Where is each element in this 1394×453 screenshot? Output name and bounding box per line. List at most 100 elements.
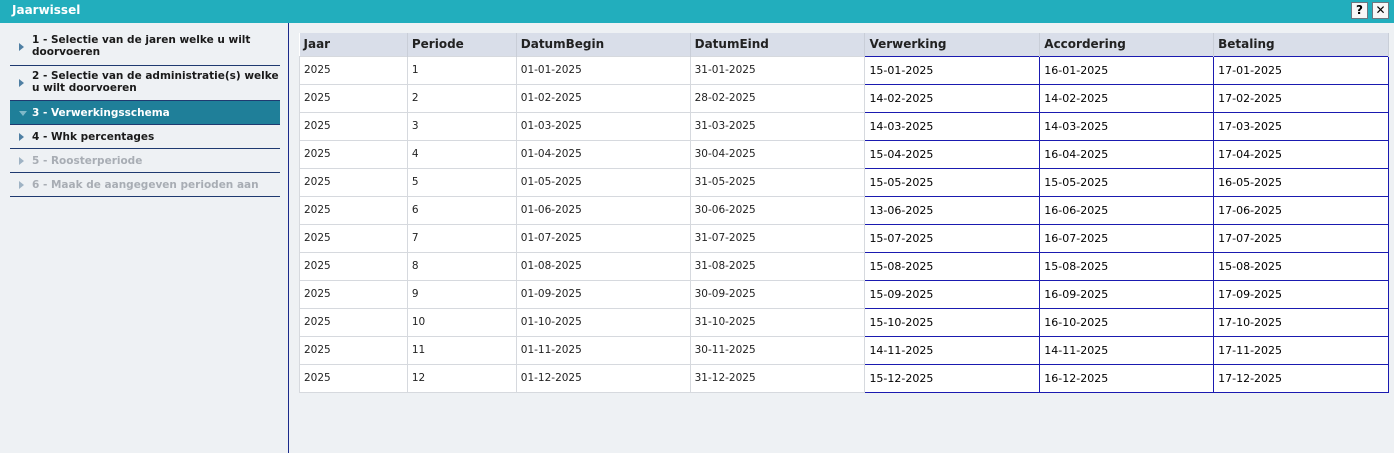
accordering-input[interactable]: 16-10-2025 <box>1039 307 1215 337</box>
accordering-input[interactable]: 16-12-2025 <box>1039 363 1215 393</box>
periode-cell: 9 <box>406 279 517 309</box>
datumbegin-cell: 01-02-2025 <box>515 83 691 113</box>
table-row: 2025 10 01-10-2025 31-10-2025 15-10-2025 16-1… <box>299 307 1389 337</box>
datumbegin-cell: 01-04-2025 <box>515 139 691 169</box>
verwerking-input[interactable]: 15-08-2025 <box>864 251 1041 281</box>
verwerking-input[interactable]: 13-06-2025 <box>864 195 1041 225</box>
datumbegin-cell: 01-08-2025 <box>515 251 691 281</box>
betaling-input[interactable]: 17-12-2025 <box>1213 363 1389 393</box>
jaar-cell: 2025 <box>299 55 408 85</box>
jaar-cell: 2025 <box>299 83 408 113</box>
betaling-input[interactable]: 17-02-2025 <box>1213 83 1389 113</box>
betaling-input[interactable]: 17-11-2025 <box>1213 335 1389 365</box>
verwerking-input[interactable]: 15-10-2025 <box>864 307 1041 337</box>
betaling-input[interactable]: 17-09-2025 <box>1213 279 1389 309</box>
datumeind-cell: 31-08-2025 <box>689 251 866 281</box>
accordering-input[interactable]: 16-09-2025 <box>1039 279 1215 309</box>
step-label: 5 - Roosterperiode <box>32 155 143 167</box>
step-1-select-years[interactable]: 1 - Selectie van de jaren welke u wilt d… <box>10 29 280 66</box>
wizard-steps-sidebar: 1 - Selectie van de jaren welke u wilt d… <box>0 23 289 453</box>
column-header-datumeind[interactable]: DatumEind <box>690 33 866 56</box>
chevron-right-icon <box>19 180 24 189</box>
periode-cell: 10 <box>406 307 517 337</box>
periode-cell: 4 <box>406 139 517 169</box>
datumeind-cell: 31-03-2025 <box>689 111 866 141</box>
table-row: 2025 6 01-06-2025 30-06-2025 13-06-2025 16-06… <box>299 195 1389 225</box>
accordering-input[interactable]: 14-03-2025 <box>1039 111 1215 141</box>
step-label: 6 - Maak de aangegeven perioden aan <box>32 179 259 191</box>
step-6-create-periods: 6 - Maak de aangegeven perioden aan <box>10 173 280 197</box>
jaar-cell: 2025 <box>299 139 408 169</box>
datumeind-cell: 30-06-2025 <box>689 195 866 225</box>
datumeind-cell: 31-12-2025 <box>689 363 866 393</box>
betaling-input[interactable]: 17-01-2025 <box>1213 55 1389 85</box>
periode-cell: 6 <box>406 195 517 225</box>
chevron-right-icon <box>19 79 24 87</box>
verwerking-input[interactable]: 15-07-2025 <box>864 223 1041 253</box>
step-3-processing-schedule[interactable]: 3 - Verwerkingsschema <box>10 101 280 125</box>
accordering-input[interactable]: 15-08-2025 <box>1039 251 1215 281</box>
verwerking-input[interactable]: 14-11-2025 <box>864 335 1041 365</box>
column-header-jaar[interactable]: Jaar <box>299 33 408 56</box>
datumeind-cell: 31-05-2025 <box>689 167 866 197</box>
periode-cell: 11 <box>406 335 517 365</box>
datumbegin-cell: 01-03-2025 <box>515 111 691 141</box>
betaling-input[interactable]: 16-05-2025 <box>1213 167 1389 197</box>
table-row: 2025 8 01-08-2025 31-08-2025 15-08-2025 15-08… <box>299 251 1389 281</box>
jaar-cell: 2025 <box>299 307 408 337</box>
periode-cell: 5 <box>406 167 517 197</box>
table-row: 2025 2 01-02-2025 28-02-2025 14-02-2025 14-02… <box>299 83 1389 113</box>
betaling-input[interactable]: 15-08-2025 <box>1213 251 1389 281</box>
accordering-input[interactable]: 15-05-2025 <box>1039 167 1215 197</box>
chevron-right-icon <box>19 156 24 165</box>
table-row: 2025 9 01-09-2025 30-09-2025 15-09-2025 16-09… <box>299 279 1389 309</box>
step-2-select-administrations[interactable]: 2 - Selectie van de administratie(s) wel… <box>10 66 280 101</box>
verwerking-input[interactable]: 15-01-2025 <box>864 55 1041 85</box>
betaling-input[interactable]: 17-10-2025 <box>1213 307 1389 337</box>
accordering-input[interactable]: 14-11-2025 <box>1039 335 1215 365</box>
column-header-datumbegin[interactable]: DatumBegin <box>516 33 691 56</box>
jaar-cell: 2025 <box>299 251 408 281</box>
column-header-accordering[interactable]: Accordering <box>1039 33 1215 56</box>
jaar-cell: 2025 <box>299 111 408 141</box>
step-4-whk-percentages[interactable]: 4 - Whk percentages <box>10 125 280 149</box>
periode-cell: 7 <box>406 223 517 253</box>
chevron-right-icon <box>19 43 24 51</box>
column-header-betaling[interactable]: Betaling <box>1213 33 1389 56</box>
betaling-input[interactable]: 17-04-2025 <box>1213 139 1389 169</box>
column-header-verwerking[interactable]: Verwerking <box>864 33 1041 56</box>
table-header-row: Jaar Periode DatumBegin DatumEind Verwer… <box>299 33 1389 56</box>
periode-cell: 2 <box>406 83 517 113</box>
betaling-input[interactable]: 17-07-2025 <box>1213 223 1389 253</box>
accordering-input[interactable]: 14-02-2025 <box>1039 83 1215 113</box>
processing-schedule-table: Jaar Periode DatumBegin DatumEind Verwer… <box>299 33 1389 393</box>
verwerking-input[interactable]: 14-03-2025 <box>864 111 1041 141</box>
datumeind-cell: 30-09-2025 <box>689 279 866 309</box>
verwerking-input[interactable]: 14-02-2025 <box>864 83 1041 113</box>
accordering-input[interactable]: 16-06-2025 <box>1039 195 1215 225</box>
step-label: 4 - Whk percentages <box>32 131 155 143</box>
verwerking-input[interactable]: 15-09-2025 <box>864 279 1041 309</box>
column-header-periode[interactable]: Periode <box>407 33 517 56</box>
datumbegin-cell: 01-06-2025 <box>515 195 691 225</box>
chevron-right-icon <box>19 132 24 141</box>
verwerking-input[interactable]: 15-12-2025 <box>864 363 1041 393</box>
accordering-input[interactable]: 16-07-2025 <box>1039 223 1215 253</box>
verwerking-input[interactable]: 15-05-2025 <box>864 167 1041 197</box>
help-button[interactable]: ? <box>1351 2 1368 19</box>
datumeind-cell: 31-01-2025 <box>689 55 866 85</box>
betaling-input[interactable]: 17-06-2025 <box>1213 195 1389 225</box>
accordering-input[interactable]: 16-01-2025 <box>1039 55 1215 85</box>
verwerking-input[interactable]: 15-04-2025 <box>864 139 1041 169</box>
datumbegin-cell: 01-10-2025 <box>515 307 691 337</box>
jaar-cell: 2025 <box>299 167 408 197</box>
table-row: 2025 1 01-01-2025 31-01-2025 15-01-2025 16-01… <box>299 55 1389 85</box>
table-row: 2025 4 01-04-2025 30-04-2025 15-04-2025 16-04… <box>299 139 1389 169</box>
close-button[interactable]: ✕ <box>1372 2 1389 19</box>
datumeind-cell: 31-10-2025 <box>689 307 866 337</box>
datumeind-cell: 30-11-2025 <box>689 335 866 365</box>
accordering-input[interactable]: 16-04-2025 <box>1039 139 1215 169</box>
betaling-input[interactable]: 17-03-2025 <box>1213 111 1389 141</box>
datumbegin-cell: 01-09-2025 <box>515 279 691 309</box>
step-5-roster-period: 5 - Roosterperiode <box>10 149 280 173</box>
